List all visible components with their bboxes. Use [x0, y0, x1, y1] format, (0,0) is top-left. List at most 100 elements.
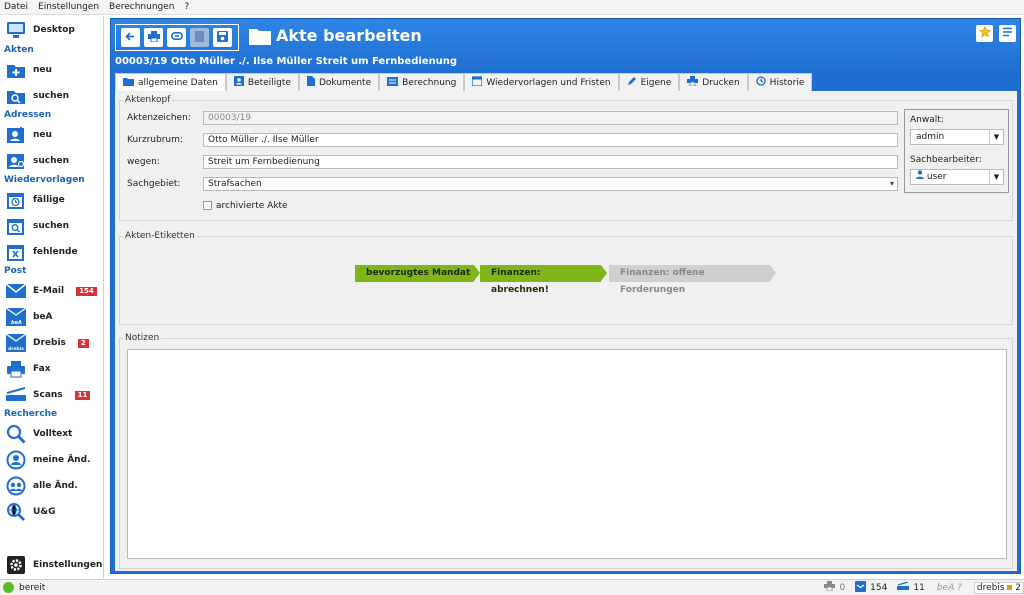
- tab-label: Eigene: [640, 77, 672, 88]
- sidebar-item-akten-neu[interactable]: neu: [0, 57, 103, 83]
- save-button[interactable]: [213, 28, 232, 47]
- sachgebiet-select[interactable]: Strafsachen ▾: [203, 177, 898, 191]
- drebis-dot-icon: [1007, 584, 1013, 590]
- user-history-icon: [5, 450, 27, 470]
- sidebar-item-wv-suchen[interactable]: suchen: [0, 213, 103, 239]
- wegen-field[interactable]: Streit um Fernbedienung: [203, 155, 898, 169]
- sidebar-item-label: suchen: [33, 156, 70, 166]
- anwalt-select[interactable]: admin ▼: [910, 129, 1004, 145]
- tab-historie[interactable]: Historie: [747, 73, 813, 91]
- drebis-envelope-icon: drebis: [5, 333, 27, 353]
- favorite-button[interactable]: [976, 25, 993, 42]
- sidebar-item-volltext[interactable]: Volltext: [0, 421, 103, 447]
- sachgebiet-label: Sachgebiet:: [127, 179, 181, 189]
- sidebar-item-einstellungen[interactable]: Einstellungen: [0, 552, 104, 578]
- email-count-badge: 154: [76, 286, 97, 296]
- section-akten: Akten: [0, 44, 103, 57]
- akte-editor: Akte bearbeiten 00003/19 Otto Müller ./.…: [110, 18, 1021, 574]
- tab-drucken[interactable]: Drucken: [679, 73, 748, 91]
- aktenzeichen-field: 00003/19: [203, 111, 898, 125]
- tag-bevorzugtes-mandat[interactable]: bevorzugtes Mandat: [355, 265, 480, 282]
- sidebar-item-adressen-suchen[interactable]: suchen: [0, 148, 103, 174]
- menu-help[interactable]: ?: [185, 2, 190, 12]
- sidebar-item-fax[interactable]: Fax: [0, 356, 103, 382]
- tab-beteiligte[interactable]: Beteiligte: [225, 73, 299, 91]
- chevron-down-icon: ▼: [989, 130, 1003, 144]
- sidebar: Desktop Akten neu suchen Adressen neu su…: [0, 16, 104, 578]
- tab-dokumente[interactable]: Dokumente: [298, 73, 380, 91]
- document-icon: [195, 30, 204, 45]
- sidebar-item-bea[interactable]: beA beA: [0, 304, 103, 330]
- drebis-status[interactable]: drebis 2: [973, 581, 1024, 594]
- print-button[interactable]: [144, 28, 163, 47]
- link-icon: [170, 32, 183, 43]
- sachgebiet-value: Strafsachen: [208, 179, 262, 189]
- svg-text:beA: beA: [11, 320, 22, 326]
- sidebar-item-label: fällige: [33, 195, 65, 205]
- tab-eigene[interactable]: Eigene: [618, 73, 680, 91]
- history-icon: [756, 76, 766, 89]
- sidebar-item-adressen-neu[interactable]: neu: [0, 122, 103, 148]
- arrow-left-icon: [125, 31, 136, 45]
- tab-label: Historie: [769, 77, 805, 88]
- tag-finanzen-offene-forderungen[interactable]: Finanzen: offene Forderungen: [609, 265, 776, 295]
- etiketten-legend: Akten-Etiketten: [125, 231, 195, 241]
- attach-button[interactable]: [167, 28, 186, 47]
- folder-plus-icon: [5, 60, 27, 80]
- sidebar-item-label: Desktop: [33, 25, 75, 35]
- toolbar: [115, 24, 239, 51]
- sidebar-item-alle-aend[interactable]: alle Änd.: [0, 473, 103, 499]
- tab-wiedervorlagen[interactable]: Wiedervorlagen und Fristen: [464, 73, 619, 91]
- aktenzeichen-label: Aktenzeichen:: [127, 113, 191, 123]
- calendar-x-icon: [5, 242, 27, 262]
- envelope-icon: [5, 281, 27, 301]
- menu-datei[interactable]: Datei: [4, 2, 28, 12]
- svg-text:drebis: drebis: [8, 346, 24, 352]
- menu-einstellungen[interactable]: Einstellungen: [38, 2, 99, 12]
- menu-berechnungen[interactable]: Berechnungen: [109, 2, 174, 12]
- notes-button[interactable]: [999, 25, 1016, 42]
- back-button[interactable]: [121, 28, 140, 47]
- tab-berechnung[interactable]: Berechnung: [379, 73, 465, 91]
- archiviert-checkbox[interactable]: [203, 201, 212, 210]
- tag-finanzen-abrechnen[interactable]: Finanzen: abrechnen!: [480, 265, 607, 295]
- sidebar-item-wv-fehlende[interactable]: fehlende: [0, 239, 103, 265]
- sidebar-item-label: neu: [33, 130, 52, 140]
- sidebar-item-ug[interactable]: U&G: [0, 499, 103, 525]
- aktenkopf-legend: Aktenkopf: [125, 95, 171, 105]
- sidebar-item-scans[interactable]: Scans 11: [0, 382, 103, 408]
- tab-bar: allgemeine Daten Beteiligte Dokumente Be…: [115, 73, 813, 91]
- sidebar-item-wv-faellige[interactable]: fällige: [0, 187, 103, 213]
- tab-label: Beteiligte: [247, 77, 291, 88]
- sidebar-item-desktop[interactable]: Desktop: [0, 16, 103, 44]
- sidebar-item-label: beA: [33, 312, 53, 322]
- globe-search-icon: [5, 502, 27, 522]
- page-title: Akte bearbeiten: [276, 26, 422, 45]
- tag-tip: [770, 265, 776, 281]
- sidebar-item-drebis[interactable]: drebis Drebis 2: [0, 330, 103, 356]
- sidebar-item-email[interactable]: E-Mail 154: [0, 278, 103, 304]
- document-button[interactable]: [190, 28, 209, 47]
- star-icon: [978, 25, 991, 41]
- notizen-textarea[interactable]: [127, 349, 1007, 559]
- sidebar-item-meine-aend[interactable]: meine Änd.: [0, 447, 103, 473]
- calendar-icon: [471, 76, 483, 89]
- folder-icon: [123, 77, 134, 89]
- scan-count: 11: [913, 582, 925, 593]
- sachbearbeiter-select[interactable]: user ▼: [910, 169, 1004, 185]
- sidebar-item-label: Fax: [33, 364, 51, 374]
- bea-status[interactable]: beA ?: [937, 583, 962, 593]
- gear-icon: [5, 555, 27, 575]
- kurzrubrum-field[interactable]: Otto Müller ./. Ilse Müller: [203, 133, 898, 147]
- anwalt-value: admin: [916, 132, 945, 142]
- section-recherche: Recherche: [0, 408, 103, 421]
- mail-icon: [855, 580, 867, 595]
- drebis-count: 2: [1015, 582, 1021, 593]
- contact-plus-icon: [5, 125, 27, 145]
- drebis-label: drebis: [976, 582, 1005, 593]
- tab-allgemeine-daten[interactable]: allgemeine Daten: [115, 73, 226, 91]
- sidebar-item-label: Einstellungen: [33, 560, 103, 570]
- sidebar-item-label: suchen: [33, 91, 70, 101]
- scans-count-badge: 11: [74, 390, 91, 400]
- sidebar-item-akten-suchen[interactable]: suchen: [0, 83, 103, 109]
